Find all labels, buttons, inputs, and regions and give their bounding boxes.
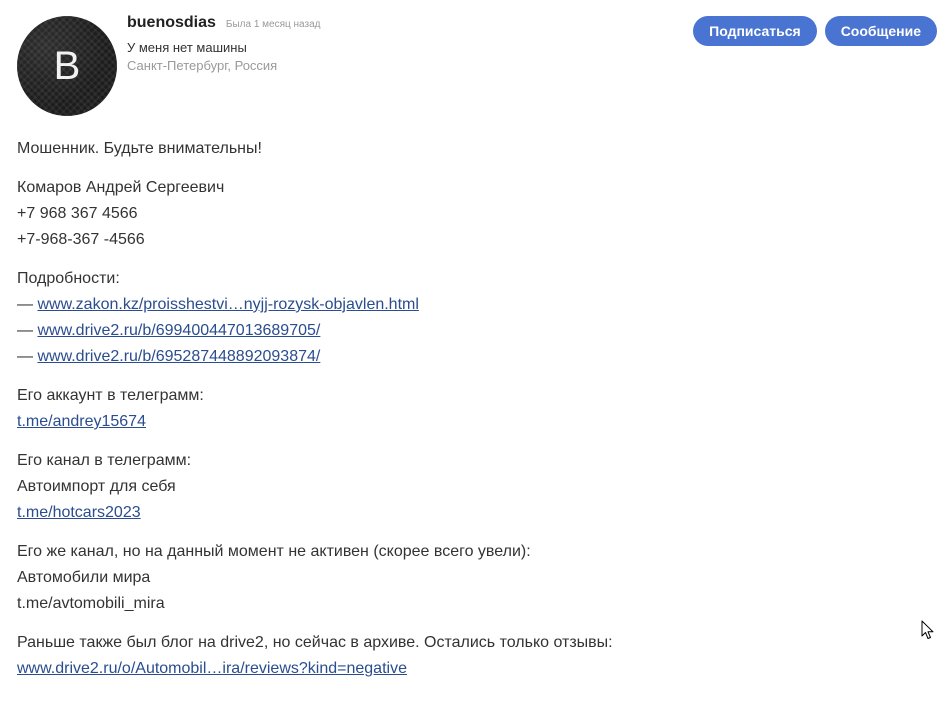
telegram-channel-name: Автоимпорт для себя (17, 478, 176, 495)
inactive-channel-paragraph: Его же канал, но на данный момент не акт… (17, 539, 917, 617)
name-row: buenosdias Была 1 месяц назад (127, 14, 320, 36)
person-name: Комаров Андрей Сергеевич (17, 179, 225, 196)
avatar[interactable]: B (17, 16, 117, 116)
details-heading: Подробности: (17, 270, 120, 287)
telegram-account-label: Его аккаунт в телеграмм: (17, 387, 204, 404)
profile-actions: Подписаться Сообщение (693, 16, 937, 46)
profile-page: B buenosdias Была 1 месяц назад У меня н… (0, 0, 949, 704)
car-status: У меня нет машины (127, 40, 247, 55)
location: Санкт-Петербург, Россия (127, 58, 278, 73)
username[interactable]: buenosdias (127, 14, 216, 32)
details-link-row: — www.drive2.ru/b/699400447013689705/ (17, 318, 917, 344)
telegram-account-link[interactable]: t.me/andrey15674 (17, 413, 146, 430)
blog-reviews-link[interactable]: www.drive2.ru/o/Automobil…ira/reviews?ki… (17, 660, 407, 677)
warning-paragraph: Мошенник. Будьте внимательны! (17, 136, 917, 162)
mouse-pointer-icon (921, 620, 934, 639)
subscribe-button[interactable]: Подписаться (693, 16, 817, 46)
phone-number-alt: +7-968-367 -4566 (17, 231, 145, 248)
blog-label: Раньше также был блог на drive2, но сейч… (17, 634, 613, 651)
person-paragraph: Комаров Андрей Сергеевич +7 968 367 4566… (17, 175, 917, 253)
details-link-drive2-1[interactable]: www.drive2.ru/b/699400447013689705/ (37, 322, 320, 339)
telegram-account-paragraph: Его аккаунт в телеграмм: t.me/andrey1567… (17, 383, 917, 435)
avatar-letter: B (53, 44, 81, 88)
inactive-channel-name: Автомобили мира (17, 569, 151, 586)
details-link-zakon[interactable]: www.zakon.kz/proisshestvi…nyjj-rozysk-ob… (37, 296, 418, 313)
dash: — (17, 296, 38, 313)
dash: — (17, 348, 38, 365)
telegram-channel-link[interactable]: t.me/hotcars2023 (17, 504, 141, 521)
warning-text: Мошенник. Будьте внимательны! (17, 140, 262, 157)
telegram-channel-row: t.me/hotcars2023 (17, 500, 917, 526)
details-link-row: — www.drive2.ru/b/695287448892093874/ (17, 344, 917, 370)
details-link-row: — www.zakon.kz/proisshestvi…nyjj-rozysk-… (17, 292, 917, 318)
post-body: Мошенник. Будьте внимательны! Комаров Ан… (17, 136, 917, 695)
dash: — (17, 322, 38, 339)
message-button[interactable]: Сообщение (824, 16, 937, 46)
last-seen: Была 1 месяц назад (225, 19, 321, 30)
telegram-channel-label: Его канал в телеграмм: (17, 452, 192, 469)
blog-row: www.drive2.ru/o/Automobil…ira/reviews?ki… (17, 656, 917, 682)
telegram-account-row: t.me/andrey15674 (17, 409, 917, 435)
details-link-drive2-2[interactable]: www.drive2.ru/b/695287448892093874/ (37, 348, 320, 365)
inactive-channel-handle: t.me/avtomobili_mira (17, 595, 165, 612)
blog-paragraph: Раньше также был блог на drive2, но сейч… (17, 630, 917, 682)
inactive-channel-label: Его же канал, но на данный момент не акт… (17, 543, 531, 560)
phone-number: +7 968 367 4566 (17, 205, 138, 222)
telegram-channel-paragraph: Его канал в телеграмм: Автоимпорт для се… (17, 448, 917, 526)
profile-info: buenosdias Была 1 месяц назад У меня нет… (127, 14, 320, 73)
details-paragraph: Подробности: — www.zakon.kz/proisshestvi… (17, 266, 917, 370)
